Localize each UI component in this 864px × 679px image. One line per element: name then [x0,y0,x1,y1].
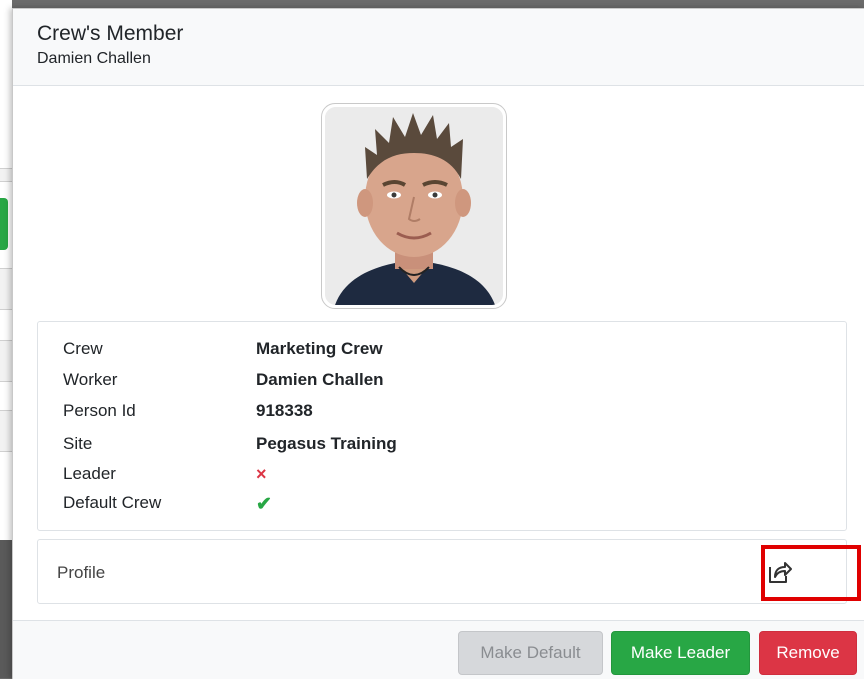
modal-title: Crew's Member [37,22,184,45]
profile-action-highlight [761,545,861,601]
background-band [0,268,12,310]
background-app [0,0,12,678]
detail-label: Crew [63,339,103,358]
detail-label: Person Id [63,401,136,420]
site-value: Pegasus Training [256,434,397,453]
crew-member-modal: Crew's Member Damien Challen Crew Market… [12,8,864,679]
background-dark-area [0,540,12,678]
make-default-button[interactable]: Make Default [458,631,603,675]
crew-value: Marketing Crew [256,339,383,358]
background-band [0,168,12,182]
modal-footer: Make Default Make Leader Remove [13,620,864,679]
detail-label: Leader [63,464,116,483]
person-id-value: 918338 [256,401,313,420]
background-band [0,340,12,382]
cross-icon: × [256,464,267,484]
checkmark-icon: ✔ [256,494,272,515]
worker-value: Damien Challen [256,370,384,389]
modal-header: Crew's Member Damien Challen [13,9,864,86]
make-leader-button[interactable]: Make Leader [611,631,750,675]
member-portrait-image [325,107,503,305]
detail-label: Site [63,434,93,453]
detail-label: Worker [63,370,118,389]
background-band [0,410,12,452]
remove-button[interactable]: Remove [759,631,857,675]
profile-label: Profile [57,563,106,582]
profile-card: Profile [37,539,847,604]
detail-label: Default Crew [63,493,162,512]
modal-subtitle: Damien Challen [37,50,151,67]
crew-member-details: Crew Marketing Crew Worker Damien Challe… [37,321,847,531]
background-green-tab [0,198,8,250]
member-photo [321,103,507,309]
